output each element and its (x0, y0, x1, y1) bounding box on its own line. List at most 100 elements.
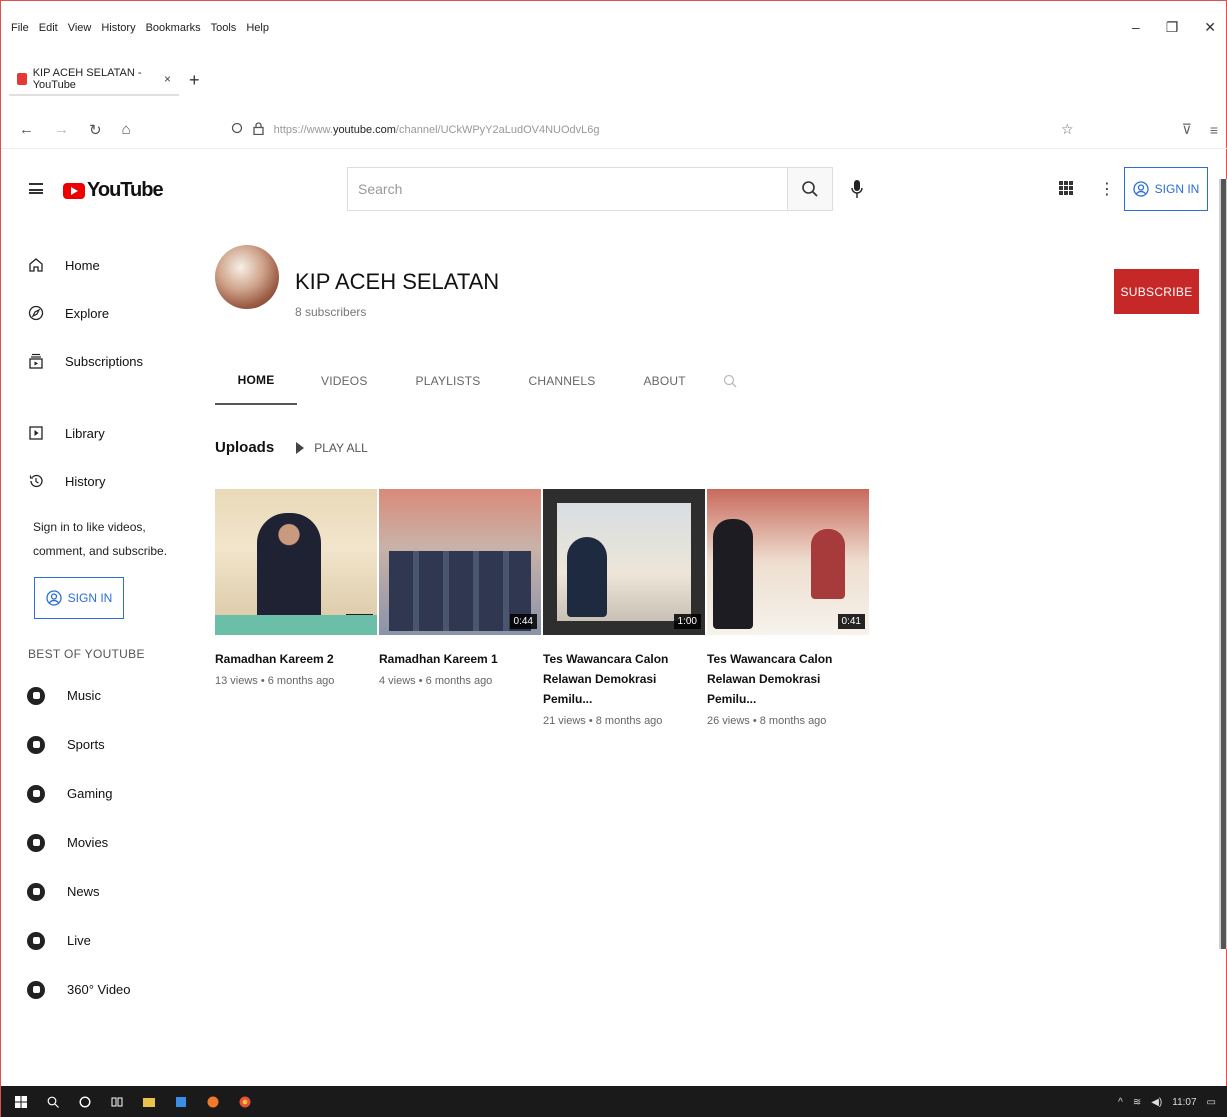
tray-chevron-icon[interactable]: ^ (1118, 1097, 1123, 1108)
forward-icon[interactable]: → (54, 121, 69, 139)
sidebar-item-news[interactable]: News (1, 867, 191, 916)
tab-close-icon[interactable]: × (164, 72, 171, 86)
tab-about[interactable]: ABOUT (619, 357, 709, 405)
youtube-logo[interactable]: YouTube (63, 179, 164, 202)
youtube-header: YouTube Search ⋮ SIGN IN (1, 161, 1227, 221)
tab-videos[interactable]: VIDEOS (297, 357, 392, 405)
browser-window: File Edit View History Bookmarks Tools H… (0, 0, 1227, 1117)
page-scrollbar[interactable] (1219, 179, 1227, 949)
more-options-icon[interactable]: ⋮ (1099, 179, 1115, 199)
sidebar-item-label: Library (65, 425, 105, 441)
video-card[interactable]: 0:41 Tes Wawancara Calon Relawan Demokra… (707, 489, 869, 727)
clock[interactable]: 11:07 (1172, 1097, 1196, 1108)
url-bar[interactable]: https://www.youtube.com/channel/UCkWPyY2… (231, 121, 991, 138)
browser-tab[interactable]: KIP ACEH SELATAN - YouTube × (9, 64, 179, 96)
reload-icon[interactable]: ↻ (89, 121, 102, 139)
video-meta: 21 views • 8 months ago (543, 715, 663, 727)
file-explorer-icon[interactable] (143, 1096, 155, 1108)
header-sign-in-button[interactable]: SIGN IN (1124, 167, 1208, 211)
history-icon (27, 472, 45, 490)
lock-icon[interactable] (252, 121, 264, 138)
pocket-icon[interactable]: ⊽ (1182, 121, 1192, 138)
sidebar-item-explore[interactable]: Explore (1, 289, 191, 337)
sidebar-item-gaming[interactable]: Gaming (1, 769, 191, 818)
home-page-icon[interactable]: ⌂ (122, 121, 131, 139)
sidebar-item-library[interactable]: Library (1, 409, 191, 457)
compass-icon (27, 304, 45, 322)
uploads-label[interactable]: Uploads (215, 439, 274, 456)
close-window-icon[interactable]: ✕ (1204, 19, 1216, 36)
sidebar-item-music[interactable]: Music (1, 671, 191, 720)
video-duration: 0:46 (345, 614, 373, 629)
back-icon[interactable]: ← (19, 121, 34, 139)
chrome-icon[interactable] (239, 1096, 251, 1108)
tab-channels[interactable]: CHANNELS (505, 357, 620, 405)
video-title[interactable]: Ramadhan Kareem 2 (215, 649, 365, 669)
subscriber-count: 8 subscribers (295, 305, 367, 319)
video-card[interactable]: 0:44 Ramadhan Kareem 1 4 views • 6 month… (379, 489, 541, 727)
store-icon[interactable] (175, 1096, 187, 1108)
video-title[interactable]: Tes Wawancara Calon Relawan Demokrasi Pe… (707, 649, 857, 709)
cortana-icon[interactable] (79, 1096, 91, 1108)
uploads-shelf-header: Uploads PLAY ALL (215, 439, 368, 456)
apps-grid-icon[interactable] (1059, 181, 1073, 195)
menu-bookmarks[interactable]: Bookmarks (146, 17, 201, 39)
play-all-button[interactable]: PLAY ALL (296, 441, 368, 455)
menu-help[interactable]: Help (246, 17, 269, 39)
bookmark-star-icon[interactable]: ☆ (1061, 121, 1074, 138)
url-text: https://www.youtube.com/channel/UCkWPyY2… (274, 124, 600, 136)
video-card[interactable]: 0:46 Ramadhan Kareem 2 13 views • 6 mont… (215, 489, 377, 727)
network-icon[interactable]: ≋ (1133, 1097, 1141, 1108)
new-tab-icon[interactable]: + (189, 70, 200, 91)
menu-view[interactable]: View (68, 17, 92, 39)
minimize-icon[interactable]: – (1132, 19, 1140, 36)
firefox-icon[interactable] (207, 1096, 219, 1108)
news-icon (27, 882, 45, 901)
voice-search-button[interactable] (846, 177, 868, 201)
video-title[interactable]: Tes Wawancara Calon Relawan Demokrasi Pe… (543, 649, 693, 709)
windows-start-icon[interactable] (15, 1096, 27, 1108)
sidebar-item-live[interactable]: Live (1, 916, 191, 965)
sidebar-item-label: Home (65, 257, 100, 273)
volume-icon[interactable]: ◀) (1151, 1097, 1162, 1108)
library-icon (27, 424, 45, 442)
video-duration: 0:41 (837, 614, 865, 629)
search-input[interactable]: Search (347, 167, 787, 211)
video-thumbnail[interactable]: 1:00 (543, 489, 705, 635)
sidebar-sign-in-button[interactable]: SIGN IN (34, 577, 124, 619)
menu-history[interactable]: History (101, 17, 135, 39)
tab-playlists[interactable]: PLAYLISTS (392, 357, 505, 405)
sidebar-item-label: Music (67, 688, 101, 703)
shield-icon[interactable] (231, 122, 243, 137)
sidebar: Home Explore Subscriptions Library Histo… (1, 241, 191, 1014)
menu-file[interactable]: File (11, 17, 29, 39)
sidebar-item-history[interactable]: History (1, 457, 191, 505)
video-thumbnail[interactable]: 0:41 (707, 489, 869, 635)
taskbar-search-icon[interactable] (47, 1096, 59, 1108)
hamburger-menu-icon[interactable] (29, 183, 43, 194)
video-card[interactable]: 1:00 Tes Wawancara Calon Relawan Demokra… (543, 489, 705, 727)
sidebar-item-label: History (65, 473, 106, 489)
video-thumbnail[interactable]: 0:46 (215, 489, 377, 635)
sidebar-item-label: Explore (65, 305, 110, 321)
sidebar-item-movies[interactable]: Movies (1, 818, 191, 867)
sidebar-item-360-video[interactable]: 360° Video (1, 965, 191, 1014)
notifications-icon[interactable]: ▭ (1207, 1097, 1216, 1108)
sidebar-item-subscriptions[interactable]: Subscriptions (1, 337, 191, 385)
search-button[interactable] (787, 167, 833, 211)
youtube-play-icon (63, 182, 85, 199)
channel-avatar[interactable] (215, 245, 279, 309)
menu-edit[interactable]: Edit (39, 17, 58, 39)
sidebar-item-sports[interactable]: Sports (1, 720, 191, 769)
restore-icon[interactable]: ❐ (1166, 19, 1179, 36)
video-title[interactable]: Ramadhan Kareem 1 (379, 649, 529, 669)
video-thumbnail[interactable]: 0:44 (379, 489, 541, 635)
subscribe-button[interactable]: SUBSCRIBE (1114, 269, 1199, 314)
task-view-icon[interactable] (111, 1096, 123, 1108)
menu-tools[interactable]: Tools (211, 17, 237, 39)
sidebar-item-home[interactable]: Home (1, 241, 191, 289)
tab-home[interactable]: HOME (215, 357, 297, 405)
channel-search-button[interactable] (710, 357, 750, 405)
app-menu-icon[interactable]: ≡ (1210, 122, 1218, 138)
home-icon (27, 256, 45, 274)
